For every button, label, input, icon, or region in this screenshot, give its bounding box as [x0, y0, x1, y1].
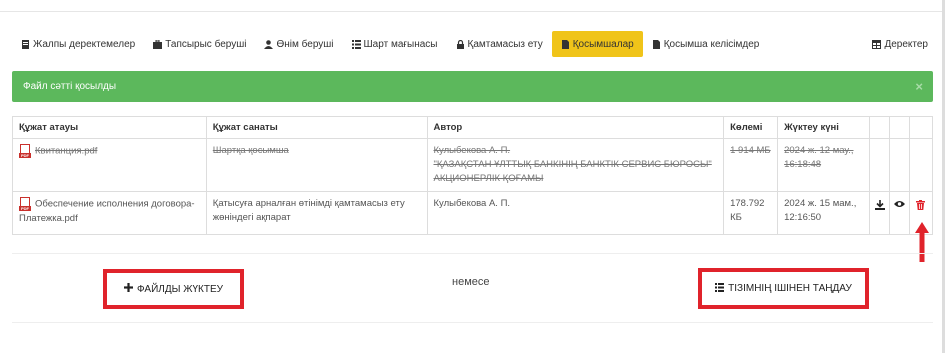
- tab-security[interactable]: Қамтамасыз ету: [447, 31, 552, 57]
- top-strip: [0, 0, 945, 12]
- table-row: PDF Квитанция.pdf Шартқа қосымша Кулыбеко…: [12, 138, 934, 192]
- table-row: PDF Обеспечение исполнения договора-Плате…: [12, 191, 934, 235]
- file-icon: [561, 39, 570, 49]
- tab-supplier[interactable]: Өнім беруші: [255, 31, 342, 57]
- column-header: Құжат атауы: [12, 116, 207, 139]
- close-icon[interactable]: ×: [915, 79, 923, 94]
- column-header: Құжат санаты: [205, 116, 428, 139]
- alert-message: Файл сәтті қосылды: [23, 81, 117, 92]
- date-cell: 2024 ж. 15 мам., 12:16:50: [777, 191, 871, 235]
- size-cell: 178.792 КБ: [723, 191, 779, 235]
- download-action[interactable]: [869, 191, 890, 235]
- select-from-list-button[interactable]: ТІЗІМНІҢ ІШІНЕН ТАҢДАУ: [698, 268, 869, 309]
- document-icon: [21, 39, 30, 49]
- download-icon[interactable]: [874, 200, 885, 210]
- table-header-row: Құжат атауы Құжат санаты Автор Көлемі Жү…: [12, 116, 934, 139]
- size-text: 178.792 КБ: [730, 198, 765, 223]
- date-text: 2024 ж. 12 мау., 16:18:48: [784, 145, 854, 170]
- briefcase-icon: [153, 39, 163, 49]
- tab-label: Қосымшалар: [572, 38, 634, 50]
- file-name: Квитанция.pdf: [35, 145, 98, 157]
- column-header: Автор: [426, 116, 725, 139]
- page: Жалпы деректемелер Тапсырыс беруші Өнім …: [0, 0, 945, 353]
- upload-file-button[interactable]: ФАЙЛДЫ ЖҮКТЕУ: [103, 269, 244, 309]
- action-cell: [908, 138, 934, 192]
- category-text: Қатысуға арналған өтінімді қамтамасыз ет…: [212, 198, 405, 223]
- attachments-table: Құжат атауы Құжат санаты Автор Көлемі Жү…: [12, 116, 934, 235]
- tab-label: Жалпы деректемелер: [33, 38, 136, 50]
- list-icon: [351, 39, 361, 49]
- lock-icon: [456, 39, 465, 49]
- category-cell: Қатысуға арналған өтінімді қамтамасыз ет…: [205, 191, 428, 235]
- select-button-label: ТІЗІМНІҢ ІШІНЕН ТАҢДАУ: [728, 283, 852, 294]
- size-cell: 1 914 МБ: [723, 138, 779, 192]
- column-header: Жүктеу күні: [777, 116, 871, 139]
- tab-label: Деректер: [884, 38, 928, 50]
- pdf-icon: PDF: [19, 144, 31, 158]
- file-name-cell: PDF Квитанция.pdf: [12, 138, 207, 192]
- author-cell: Кулыбекова А. П.: [426, 191, 725, 235]
- tab-label: Қосымша келісімдер: [663, 38, 760, 50]
- tab-label: Қамтамасыз ету: [467, 38, 543, 50]
- file-name-cell: PDF Обеспечение исполнения договора-Плате…: [12, 191, 207, 235]
- column-header-empty: [869, 116, 890, 139]
- view-action[interactable]: [889, 191, 910, 235]
- tab-additional-agreements[interactable]: Қосымша келісімдер: [643, 31, 769, 57]
- pdf-icon: PDF: [19, 197, 31, 211]
- user-icon: [264, 39, 274, 49]
- tab-attachments[interactable]: Қосымшалар: [551, 31, 643, 57]
- tab-customer[interactable]: Тапсырыс беруші: [144, 31, 255, 57]
- plus-icon: [124, 283, 134, 295]
- tabs-bar: Жалпы деректемелер Тапсырыс беруші Өнім …: [12, 31, 937, 57]
- tab-label: Тапсырыс беруші: [165, 38, 247, 50]
- column-header-empty: [908, 116, 934, 139]
- action-cell: [869, 138, 890, 192]
- tab-label: Шарт мағынасы: [363, 38, 438, 50]
- or-text: немесе: [452, 276, 490, 288]
- tab-general[interactable]: Жалпы деректемелер: [12, 31, 144, 57]
- upload-button-label: ФАЙЛДЫ ЖҮКТЕУ: [137, 283, 223, 295]
- column-header: Көлемі: [723, 116, 779, 139]
- file-name[interactable]: Обеспечение исполнения договора-Платежка…: [19, 199, 195, 224]
- category-text: Шартқа қосымша: [212, 145, 289, 156]
- author-cell: Кулыбекова А. П. "ҚАЗАҚСТАН ҰЛТТЫҚ БАНКІ…: [426, 138, 725, 192]
- column-header-empty: [889, 116, 910, 139]
- author-organization: "ҚАЗАҚСТАН ҰЛТТЫҚ БАНКІНІҢ БАНКТІК СЕРВИ…: [433, 159, 712, 184]
- list-icon: [715, 282, 725, 295]
- author-name: Кулыбекова А. П.: [433, 198, 511, 209]
- table-icon: [872, 39, 882, 49]
- action-cell: [889, 138, 910, 192]
- tab-data[interactable]: Деректер: [863, 31, 937, 57]
- tab-contract-meaning[interactable]: Шарт мағынасы: [343, 31, 447, 57]
- tab-label: Өнім беруші: [276, 38, 334, 50]
- divider: [12, 322, 933, 323]
- eye-icon[interactable]: [893, 200, 905, 208]
- divider: [12, 253, 933, 254]
- author-name: Кулыбекова А. П.: [433, 145, 511, 156]
- success-alert: Файл сәтті қосылды ×: [12, 71, 933, 102]
- category-cell: Шартқа қосымша: [205, 138, 428, 192]
- size-text: 1 914 МБ: [730, 145, 771, 156]
- date-cell: 2024 ж. 12 мау., 16:18:48: [777, 138, 871, 192]
- red-arrow-icon: [915, 222, 929, 262]
- file-icon: [652, 39, 661, 49]
- trash-icon[interactable]: [916, 200, 926, 210]
- date-text: 2024 ж. 15 мам., 12:16:50: [784, 198, 857, 223]
